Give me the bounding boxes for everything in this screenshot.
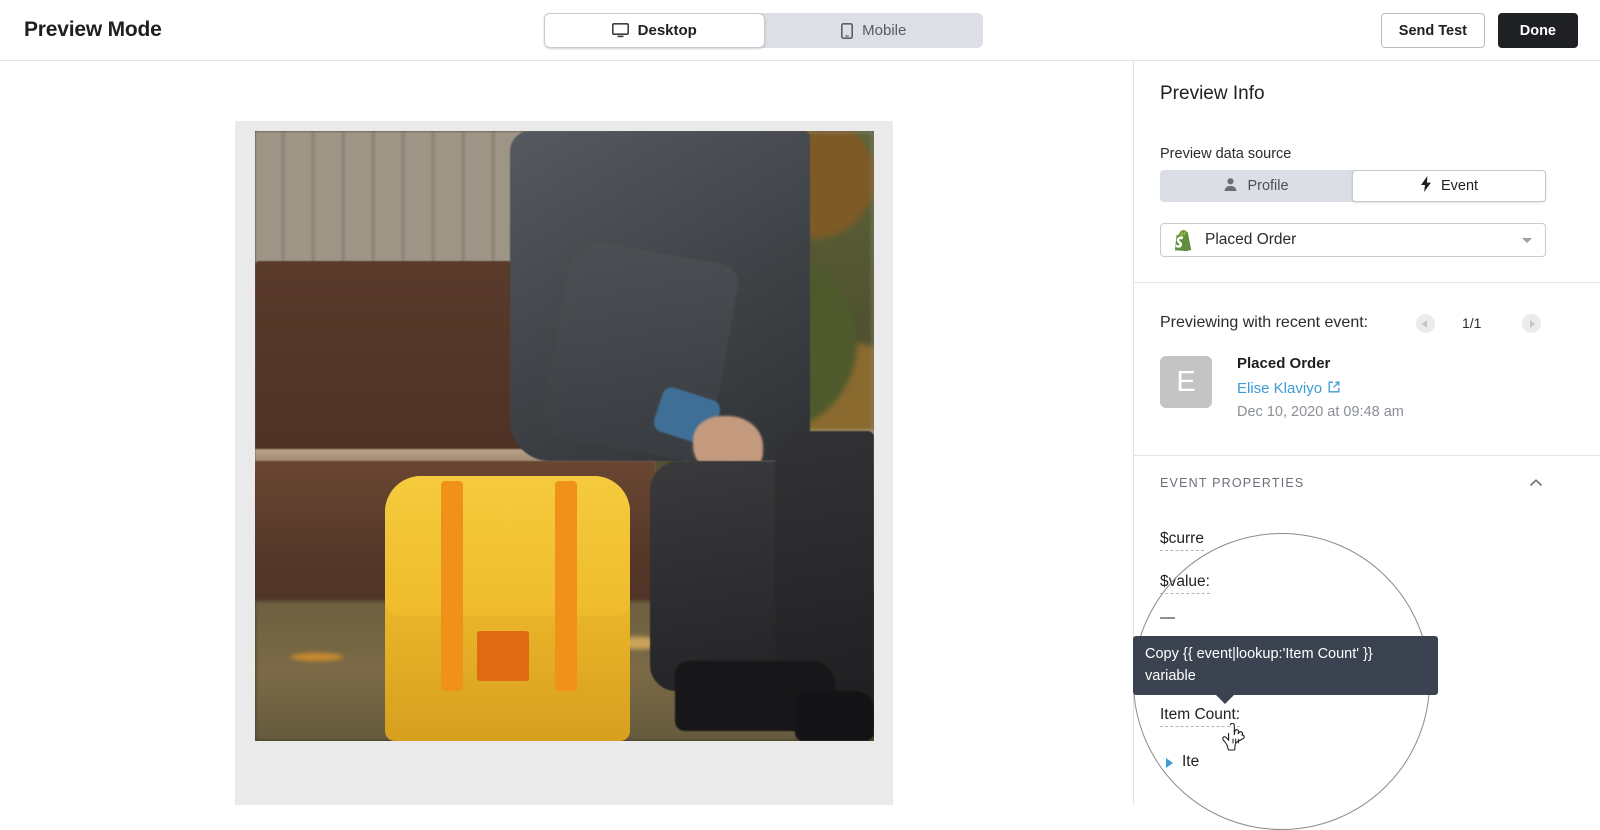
copy-variable-tooltip: Copy {{ event|lookup:'Item Count' }} var…	[1133, 636, 1438, 704]
email-canvas: True	[235, 121, 893, 805]
tab-mobile[interactable]: Mobile	[765, 13, 984, 48]
mobile-icon	[841, 22, 854, 39]
email-hero-image	[255, 131, 874, 741]
event-timestamp: Dec 10, 2020 at 09:48 am	[1237, 404, 1404, 420]
event-person-label: Elise Klaviyo	[1237, 380, 1323, 397]
event-properties-header: EVENT PROPERTIES	[1160, 476, 1305, 490]
property-key: Ite	[1182, 753, 1200, 770]
property-key: $curre	[1160, 530, 1204, 551]
shopify-icon	[1175, 229, 1194, 251]
tab-mobile-label: Mobile	[862, 22, 907, 39]
panel-divider-1	[1134, 282, 1600, 283]
pager-next-button[interactable]	[1522, 314, 1541, 333]
page-title: Preview Mode	[24, 18, 162, 41]
chevron-down-icon	[1522, 237, 1532, 243]
property-row-items[interactable]: Ite	[1160, 753, 1199, 773]
data-source-label: Preview data source	[1160, 146, 1292, 162]
send-test-button[interactable]: Send Test	[1380, 13, 1485, 48]
tab-event[interactable]: Event	[1352, 170, 1546, 202]
lightning-icon	[1420, 176, 1432, 196]
top-bar: Preview Mode Desktop Mobile Send Test Do…	[0, 0, 1600, 61]
metric-select[interactable]: Placed Order	[1160, 223, 1546, 257]
property-key: Item Count:	[1160, 706, 1241, 727]
tab-profile[interactable]: Profile	[1160, 170, 1352, 202]
done-button[interactable]: Done	[1497, 13, 1578, 48]
property-row-currency[interactable]: $curre	[1160, 530, 1204, 551]
avatar: E	[1160, 356, 1212, 408]
event-name: Placed Order	[1237, 355, 1331, 372]
external-link-icon	[1328, 380, 1340, 397]
previewing-label: Previewing with recent event:	[1160, 314, 1369, 331]
photo-backpack-strap-right	[555, 481, 577, 691]
tab-event-label: Event	[1440, 178, 1479, 194]
desktop-icon	[611, 23, 629, 38]
photo-shoe-back	[795, 691, 874, 741]
event-person-link[interactable]: Elise Klaviyo	[1237, 380, 1340, 397]
photo-backpack-logo	[477, 631, 529, 681]
property-row-value[interactable]: $value:	[1160, 573, 1210, 594]
preview-data-source-switch: Profile Event	[1160, 170, 1546, 202]
property-value-value: —	[1160, 609, 1175, 627]
tab-desktop[interactable]: Desktop	[544, 13, 765, 48]
device-preview-switch: Desktop Mobile	[544, 13, 983, 48]
photo-backpack-flap	[385, 476, 630, 616]
property-row-item-count[interactable]: Item Count:	[1160, 706, 1241, 727]
panel-divider-2	[1134, 455, 1600, 456]
tab-profile-label: Profile	[1247, 178, 1289, 194]
chevron-up-icon[interactable]	[1526, 473, 1546, 493]
property-value: —	[1160, 609, 1175, 626]
panel-title: Preview Info	[1160, 83, 1265, 104]
photo-backpack-strap-left	[441, 481, 463, 691]
email-preview-stage: True	[0, 61, 1133, 805]
chevron-right-icon	[1530, 319, 1535, 328]
metric-name: Placed Order	[1205, 231, 1297, 248]
pager-prev-button[interactable]	[1416, 314, 1435, 333]
property-key: $value:	[1160, 573, 1210, 594]
tab-desktop-label: Desktop	[637, 22, 697, 39]
chevron-left-icon	[1422, 319, 1427, 328]
disclosure-triangle-icon[interactable]	[1166, 758, 1173, 768]
pager-count: 1/1	[1462, 315, 1482, 331]
person-icon	[1223, 177, 1238, 196]
